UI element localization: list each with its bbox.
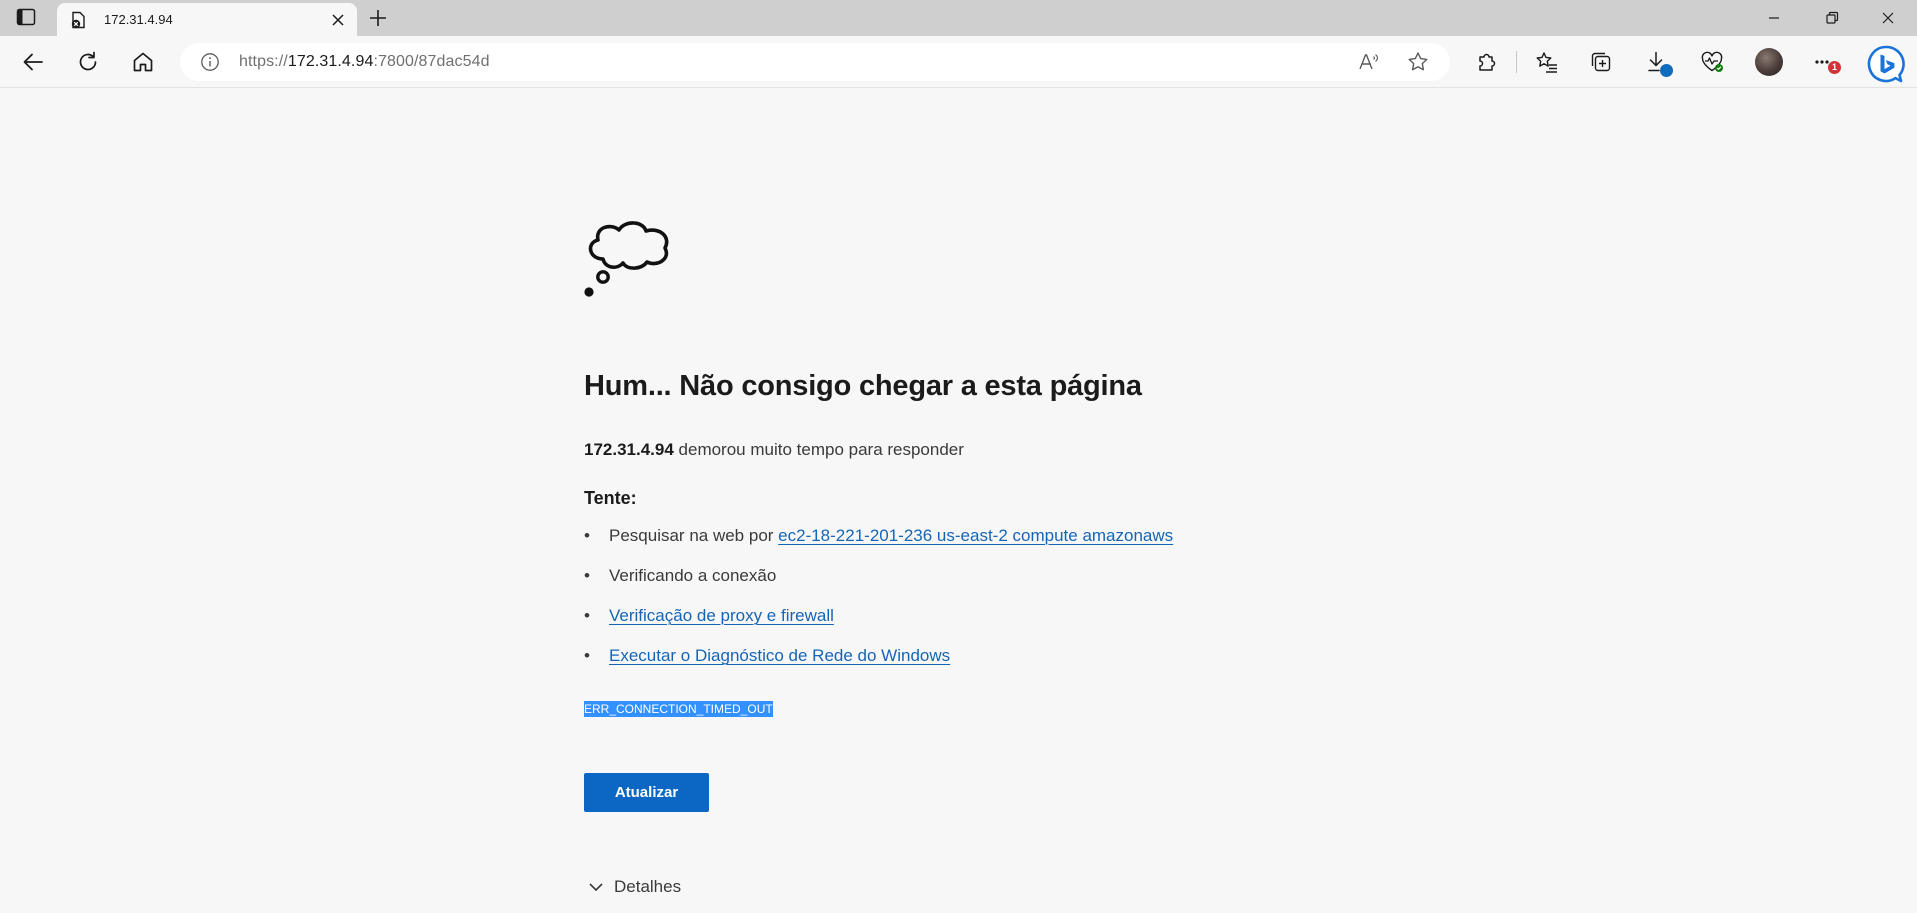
list-item: Verificação de proxy e firewall — [584, 606, 1173, 646]
refresh-icon — [79, 51, 97, 71]
details-toggle[interactable]: Detalhes — [588, 877, 681, 897]
bing-icon — [1867, 45, 1905, 83]
thought-bubble-icon — [584, 221, 669, 297]
favorites-button[interactable] — [1534, 49, 1560, 75]
arrow-left-icon — [23, 53, 43, 71]
favorites-icon — [1536, 52, 1557, 73]
home-icon — [133, 52, 153, 72]
heart-pulse-icon — [1701, 51, 1723, 72]
minimize-icon — [1769, 17, 1779, 19]
url-scheme: https:// — [239, 53, 288, 70]
tab-title: 172.31.4.94 — [104, 12, 173, 27]
error-code: ERR_CONNECTION_TIMED_OUT — [584, 701, 773, 717]
error-host: 172.31.4.94 — [584, 440, 674, 459]
tab-active[interactable]: 172.31.4.94 — [57, 3, 357, 36]
proxy-firewall-link[interactable]: Verificação de proxy e firewall — [609, 606, 834, 625]
tab-close-button[interactable] — [329, 11, 347, 29]
new-tab-button[interactable] — [367, 7, 389, 29]
checking-connection-text: Verificando a conexão — [609, 566, 777, 585]
toolbar-separator — [1516, 51, 1517, 73]
chevron-down-icon — [589, 883, 603, 891]
details-label: Detalhes — [614, 877, 682, 896]
browser-essentials-button[interactable] — [1699, 49, 1725, 75]
settings-and-more-button[interactable]: 1 — [1812, 49, 1841, 75]
back-button[interactable] — [20, 49, 46, 75]
minimize-button[interactable] — [1762, 6, 1786, 30]
network-diagnostics-link[interactable]: Executar o Diagnóstico de Rede do Window… — [609, 646, 950, 665]
close-icon — [332, 14, 344, 26]
close-icon — [1882, 12, 1894, 24]
error-page: Hum... Não consigo chegar a esta página … — [0, 89, 1917, 913]
profile-avatar[interactable] — [1755, 48, 1783, 76]
try-heading: Tente: — [584, 488, 637, 508]
list-item: Executar o Diagnóstico de Rede do Window… — [584, 646, 1173, 686]
url-path: :7800/87dac54d — [373, 53, 490, 70]
reload-button[interactable] — [75, 49, 101, 75]
read-aloud-icon[interactable] — [1357, 51, 1379, 73]
address-url[interactable]: https://172.31.4.94:7800/87dac54d — [239, 53, 490, 71]
puzzle-icon — [1479, 53, 1496, 71]
search-prefix: Pesquisar na web por — [609, 526, 779, 545]
url-host: 172.31.4.94 — [287, 53, 374, 70]
tab-actions-button[interactable] — [16, 8, 40, 28]
tab-actions-icon — [16, 8, 36, 26]
collections-button[interactable] — [1588, 49, 1614, 75]
download-badge — [1660, 64, 1673, 77]
page-title: Hum... Não consigo chegar a esta página — [584, 370, 1142, 402]
downloads-button[interactable] — [1644, 49, 1673, 77]
search-web-link[interactable]: ec2-18-221-201-236 us-east-2 compute ama… — [778, 526, 1173, 545]
collections-icon — [1591, 52, 1611, 72]
tab-strip: 172.31.4.94 — [0, 0, 1917, 36]
page-error-icon — [71, 11, 85, 29]
error-description: 172.31.4.94 demorou muito tempo para res… — [584, 440, 964, 460]
bing-chat-button[interactable] — [1866, 44, 1906, 84]
list-item: Pesquisar na web por ec2-18-221-201-236 … — [584, 526, 1173, 566]
address-bar[interactable]: https://172.31.4.94:7800/87dac54d — [180, 43, 1450, 81]
extensions-button[interactable] — [1473, 49, 1499, 75]
error-message: demorou muito tempo para responder — [673, 440, 964, 459]
home-button[interactable] — [130, 49, 156, 75]
refresh-button[interactable]: Atualizar — [584, 773, 709, 812]
more-badge: 1 — [1828, 61, 1841, 74]
navigation-toolbar: https://172.31.4.94:7800/87dac54d 1 — [0, 36, 1917, 88]
plus-icon — [370, 10, 386, 26]
browser-window: 172.31.4.94 https://172.31.4.94:7800/87d… — [0, 0, 1917, 913]
window-close-button[interactable] — [1876, 6, 1900, 30]
info-icon[interactable] — [200, 52, 220, 72]
restore-button[interactable] — [1820, 6, 1844, 30]
list-item: Verificando a conexão — [584, 566, 1173, 606]
restore-icon — [1826, 11, 1839, 24]
star-icon[interactable] — [1406, 50, 1430, 74]
suggestions-list: Pesquisar na web por ec2-18-221-201-236 … — [584, 526, 1173, 686]
